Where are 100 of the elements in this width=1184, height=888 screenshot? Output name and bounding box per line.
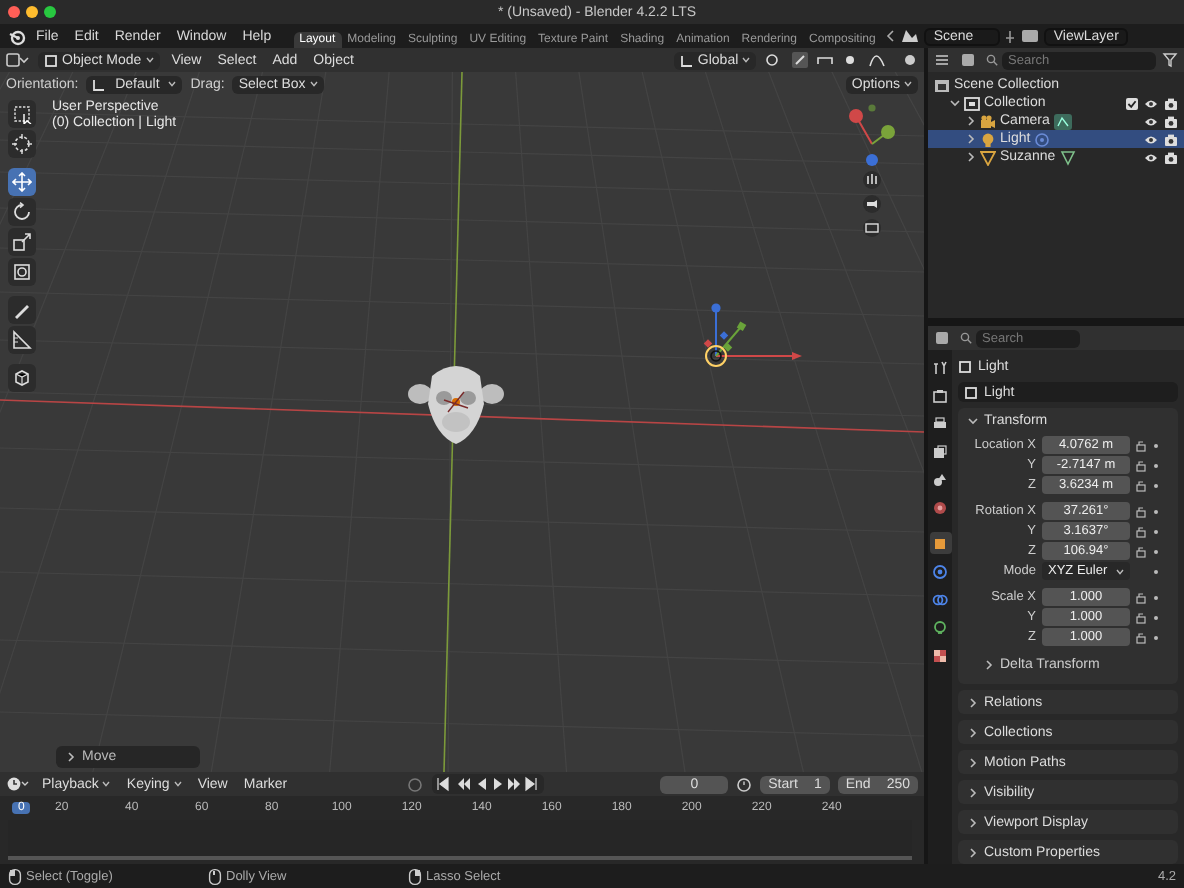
object-icon bbox=[932, 535, 948, 551]
eye-icon[interactable] bbox=[1144, 151, 1158, 163]
camera-icon[interactable] bbox=[1164, 133, 1178, 145]
zoom-button[interactable] bbox=[44, 6, 56, 18]
light-data-icon bbox=[1034, 131, 1053, 147]
tool-icon bbox=[932, 359, 948, 375]
transform-icon bbox=[12, 262, 32, 282]
list-view-icon[interactable] bbox=[934, 52, 954, 68]
rotate-icon bbox=[12, 202, 32, 222]
collapse-caret-icon[interactable] bbox=[966, 152, 976, 162]
properties-tab[interactable] bbox=[929, 440, 951, 462]
globe-icon bbox=[932, 499, 948, 515]
camera-data-icon bbox=[1053, 113, 1072, 129]
lock-icon[interactable] bbox=[1136, 525, 1148, 537]
move-icon bbox=[12, 172, 32, 192]
dropdown-caret-icon bbox=[145, 56, 154, 64]
expand-caret-icon[interactable] bbox=[950, 98, 960, 108]
collapse-caret-icon[interactable] bbox=[966, 116, 976, 126]
eye-icon[interactable] bbox=[1144, 97, 1158, 109]
clock-icon[interactable] bbox=[6, 776, 30, 792]
tool-button[interactable] bbox=[8, 258, 36, 286]
stopwatch-icon[interactable] bbox=[736, 776, 753, 792]
collapse-caret-icon[interactable] bbox=[984, 660, 994, 670]
checkbox-icon[interactable] bbox=[1126, 97, 1138, 109]
lock-icon[interactable] bbox=[1136, 611, 1148, 623]
properties-tab[interactable] bbox=[929, 384, 951, 406]
collapse-caret-icon[interactable] bbox=[968, 817, 978, 827]
mouse-icon bbox=[408, 867, 422, 885]
dropdown-caret-icon bbox=[742, 56, 751, 64]
collection-icon bbox=[964, 95, 980, 111]
lock-icon[interactable] bbox=[1136, 505, 1148, 517]
camera-icon bbox=[980, 113, 996, 129]
cube-icon bbox=[44, 53, 58, 67]
tool-button[interactable] bbox=[8, 228, 36, 256]
collapse-caret-icon[interactable] bbox=[968, 847, 978, 857]
properties-tab[interactable] bbox=[929, 412, 951, 434]
properties-tab[interactable] bbox=[929, 616, 951, 638]
scene-icon[interactable] bbox=[899, 28, 920, 44]
close-button[interactable] bbox=[8, 6, 20, 18]
collapse-caret-icon[interactable] bbox=[968, 727, 978, 737]
light-bulb-icon bbox=[932, 619, 948, 635]
tool-button[interactable] bbox=[8, 198, 36, 226]
scene-objects-icon bbox=[932, 471, 948, 487]
eye-icon[interactable] bbox=[1144, 115, 1158, 127]
lock-icon[interactable] bbox=[1136, 591, 1148, 603]
minimize-button[interactable] bbox=[26, 6, 38, 18]
collapse-caret-icon[interactable] bbox=[968, 697, 978, 707]
properties-tab[interactable] bbox=[929, 560, 951, 582]
image-stack-icon bbox=[932, 443, 948, 459]
properties-tab[interactable] bbox=[929, 496, 951, 518]
lock-icon[interactable] bbox=[1136, 439, 1148, 451]
tool-button[interactable] bbox=[8, 168, 36, 196]
properties-tab[interactable] bbox=[929, 532, 951, 554]
scroll-left-icon[interactable] bbox=[885, 30, 896, 42]
scale-icon bbox=[12, 232, 32, 252]
falloff-icon[interactable] bbox=[868, 52, 887, 68]
tool-button[interactable] bbox=[8, 364, 36, 392]
mouse-icon bbox=[8, 867, 22, 885]
camera-icon[interactable] bbox=[1164, 151, 1178, 163]
tool-button[interactable] bbox=[8, 130, 36, 158]
lock-icon[interactable] bbox=[1136, 459, 1148, 471]
search-icon bbox=[986, 54, 998, 66]
dropdown-caret-icon bbox=[1116, 567, 1124, 575]
snap-target-icon[interactable] bbox=[816, 52, 835, 68]
cursor-icon bbox=[12, 134, 32, 154]
mouse-icon bbox=[208, 867, 222, 885]
collapse-caret-icon[interactable] bbox=[968, 757, 978, 767]
lock-icon[interactable] bbox=[1136, 545, 1148, 557]
tool-button[interactable] bbox=[8, 100, 36, 128]
collapse-caret-icon[interactable] bbox=[966, 134, 976, 144]
monkey-head-drawing bbox=[408, 360, 504, 448]
eye-icon[interactable] bbox=[1144, 133, 1158, 145]
collapse-caret-icon[interactable] bbox=[66, 752, 76, 762]
properties-tab[interactable] bbox=[929, 644, 951, 666]
snap-icon[interactable] bbox=[792, 52, 809, 68]
printer-icon bbox=[932, 415, 948, 431]
axes-icon bbox=[679, 53, 694, 67]
tool-button[interactable] bbox=[8, 326, 36, 354]
expand-caret-icon[interactable] bbox=[968, 415, 978, 425]
properties-tab[interactable] bbox=[929, 356, 951, 378]
mesh-data-icon bbox=[1059, 149, 1078, 165]
select-box-icon bbox=[12, 104, 32, 124]
search-icon bbox=[960, 332, 972, 344]
tool-button[interactable] bbox=[8, 296, 36, 324]
dropdown-caret-icon bbox=[904, 80, 912, 88]
pencil-icon bbox=[12, 300, 32, 320]
linked-rings-icon bbox=[932, 591, 948, 607]
dropdown-caret-icon bbox=[309, 80, 318, 88]
add-cube-icon bbox=[12, 368, 32, 388]
camera-back-icon bbox=[932, 387, 948, 403]
dropdown-caret-icon bbox=[102, 780, 111, 788]
camera-icon[interactable] bbox=[1164, 97, 1178, 109]
triangle-mesh-icon bbox=[980, 149, 996, 165]
lock-icon[interactable] bbox=[1136, 479, 1148, 491]
camera-icon[interactable] bbox=[1164, 115, 1178, 127]
lock-icon[interactable] bbox=[1136, 631, 1148, 643]
collapse-caret-icon[interactable] bbox=[968, 787, 978, 797]
light-bulb-icon bbox=[980, 131, 996, 147]
filter-icon[interactable] bbox=[1162, 52, 1178, 68]
playback-controls[interactable] bbox=[432, 774, 545, 794]
